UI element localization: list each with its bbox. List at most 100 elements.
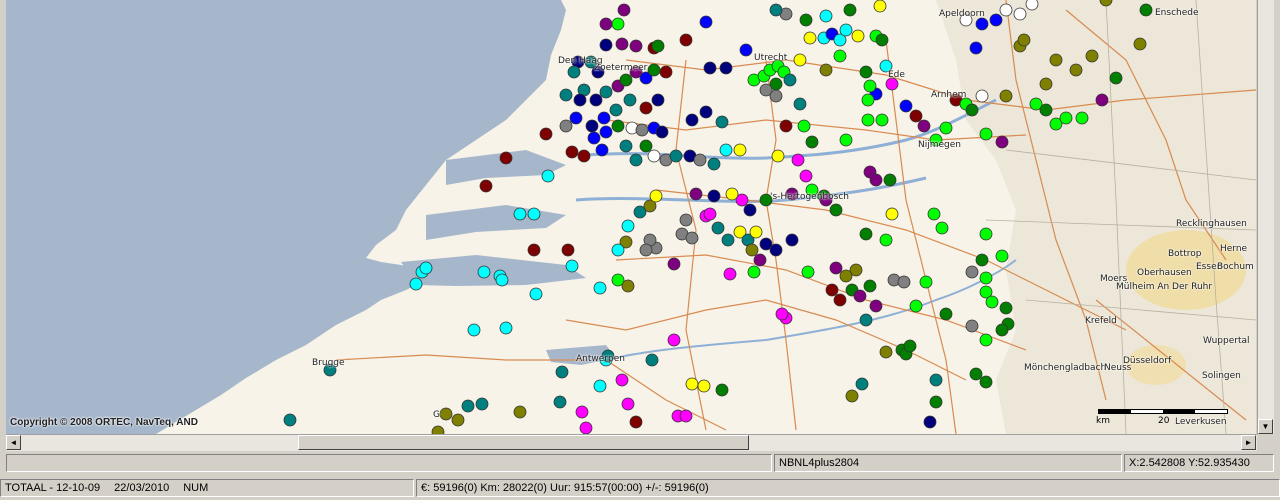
map-marker-white[interactable] xyxy=(1013,7,1027,21)
map-marker-teal[interactable] xyxy=(559,88,573,102)
map-marker-purple[interactable] xyxy=(629,39,643,53)
map-marker-darkgreen[interactable] xyxy=(979,375,993,389)
map-marker-olive[interactable] xyxy=(1017,33,1031,47)
map-marker-purple[interactable] xyxy=(617,3,631,17)
map-marker-olive[interactable] xyxy=(1133,37,1147,51)
map-marker-cyan[interactable] xyxy=(593,379,607,393)
map-marker-blue[interactable] xyxy=(587,131,601,145)
map-marker-magenta[interactable] xyxy=(667,333,681,347)
map-marker-teal[interactable] xyxy=(623,93,637,107)
map-marker-green[interactable] xyxy=(979,333,993,347)
map-marker-darkblue[interactable] xyxy=(923,415,937,429)
map-marker-darkblue[interactable] xyxy=(743,203,757,217)
map-marker-magenta[interactable] xyxy=(679,409,693,423)
map-marker-gray[interactable] xyxy=(897,275,911,289)
map-marker-yellow[interactable] xyxy=(725,187,739,201)
map-marker-darkgreen[interactable] xyxy=(1139,3,1153,17)
horizontal-scrollbar[interactable]: ◄ ► xyxy=(6,434,1257,451)
map-marker-maroon[interactable] xyxy=(561,243,575,257)
map-marker-purple[interactable] xyxy=(689,187,703,201)
map-marker-teal[interactable] xyxy=(609,103,623,117)
map-marker-green[interactable] xyxy=(1075,111,1089,125)
map-marker-green[interactable] xyxy=(861,93,875,107)
map-marker-green[interactable] xyxy=(927,207,941,221)
map-marker-teal[interactable] xyxy=(645,353,659,367)
map-marker-yellow[interactable] xyxy=(649,189,663,203)
map-marker-darkblue[interactable] xyxy=(703,61,717,75)
map-marker-olive[interactable] xyxy=(819,63,833,77)
map-marker-maroon[interactable] xyxy=(833,293,847,307)
map-marker-darkgreen[interactable] xyxy=(805,135,819,149)
map-marker-teal[interactable] xyxy=(707,157,721,171)
map-marker-darkgreen[interactable] xyxy=(875,33,889,47)
map-marker-darkgreen[interactable] xyxy=(995,323,1009,337)
map-marker-olive[interactable] xyxy=(999,89,1013,103)
map-marker-yellow[interactable] xyxy=(697,379,711,393)
map-marker-teal[interactable] xyxy=(859,313,873,327)
map-marker-olive[interactable] xyxy=(439,407,453,421)
map-marker-cyan[interactable] xyxy=(621,219,635,233)
map-marker-teal[interactable] xyxy=(553,395,567,409)
map-marker-cyan[interactable] xyxy=(593,281,607,295)
map-marker-maroon[interactable] xyxy=(539,127,553,141)
map-marker-purple[interactable] xyxy=(829,261,843,275)
map-marker-darkblue[interactable] xyxy=(685,113,699,127)
map-marker-olive[interactable] xyxy=(1085,49,1099,63)
map-marker-maroon[interactable] xyxy=(527,243,541,257)
map-marker-maroon[interactable] xyxy=(825,283,839,297)
map-marker-gray[interactable] xyxy=(639,243,653,257)
map-marker-darkgreen[interactable] xyxy=(929,395,943,409)
map-marker-darkblue[interactable] xyxy=(589,93,603,107)
map-marker-maroon[interactable] xyxy=(629,415,643,429)
map-marker-yellow[interactable] xyxy=(851,29,865,43)
map-marker-darkgreen[interactable] xyxy=(1039,103,1053,117)
map-marker-olive[interactable] xyxy=(513,405,527,419)
map-marker-darkgreen[interactable] xyxy=(619,73,633,87)
vertical-scrollbar[interactable]: ▼ xyxy=(1257,0,1274,434)
map-marker-darkgreen[interactable] xyxy=(715,383,729,397)
map-marker-yellow[interactable] xyxy=(803,31,817,45)
map-marker-darkgreen[interactable] xyxy=(883,173,897,187)
map-marker-olive[interactable] xyxy=(1069,63,1083,77)
map-marker-yellow[interactable] xyxy=(771,149,785,163)
map-marker-darkgreen[interactable] xyxy=(965,103,979,117)
map-marker-maroon[interactable] xyxy=(679,33,693,47)
map-marker-darkgreen[interactable] xyxy=(647,63,661,77)
map-marker-magenta[interactable] xyxy=(791,153,805,167)
map-marker-green[interactable] xyxy=(979,271,993,285)
map-marker-teal[interactable] xyxy=(769,3,783,17)
map-marker-cyan[interactable] xyxy=(409,277,423,291)
map-marker-darkgreen[interactable] xyxy=(799,13,813,27)
map-marker-purple[interactable] xyxy=(869,173,883,187)
map-marker-cyan[interactable] xyxy=(819,9,833,23)
map-marker-green[interactable] xyxy=(995,249,1009,263)
map-marker-gray[interactable] xyxy=(635,123,649,137)
scroll-down-button[interactable]: ▼ xyxy=(1258,419,1273,434)
map-marker-blue[interactable] xyxy=(975,17,989,31)
map-marker-olive[interactable] xyxy=(621,279,635,293)
map-marker-yellow[interactable] xyxy=(749,225,763,239)
map-marker-darkblue[interactable] xyxy=(769,243,783,257)
map-marker-purple[interactable] xyxy=(1095,93,1109,107)
map-marker-magenta[interactable] xyxy=(723,267,737,281)
map-marker-teal[interactable] xyxy=(619,139,633,153)
map-marker-teal[interactable] xyxy=(929,373,943,387)
map-marker-purple[interactable] xyxy=(599,17,613,31)
map-marker-green[interactable] xyxy=(801,265,815,279)
map-marker-white[interactable] xyxy=(975,89,989,103)
horizontal-scroll-thumb[interactable] xyxy=(298,435,749,450)
map-marker-olive[interactable] xyxy=(839,269,853,283)
map-marker-maroon[interactable] xyxy=(779,119,793,133)
map-marker-green[interactable] xyxy=(879,233,893,247)
map-marker-cyan[interactable] xyxy=(477,265,491,279)
map-marker-darkgreen[interactable] xyxy=(859,65,873,79)
map-marker-darkgreen[interactable] xyxy=(863,279,877,293)
map-marker-olive[interactable] xyxy=(431,425,445,434)
map-marker-blue[interactable] xyxy=(739,43,753,57)
map-marker-darkblue[interactable] xyxy=(573,93,587,107)
map-marker-darkgreen[interactable] xyxy=(1109,71,1123,85)
map-marker-magenta[interactable] xyxy=(615,373,629,387)
map-marker-darkblue[interactable] xyxy=(651,93,665,107)
map-marker-yellow[interactable] xyxy=(885,207,899,221)
map-marker-gray[interactable] xyxy=(965,319,979,333)
